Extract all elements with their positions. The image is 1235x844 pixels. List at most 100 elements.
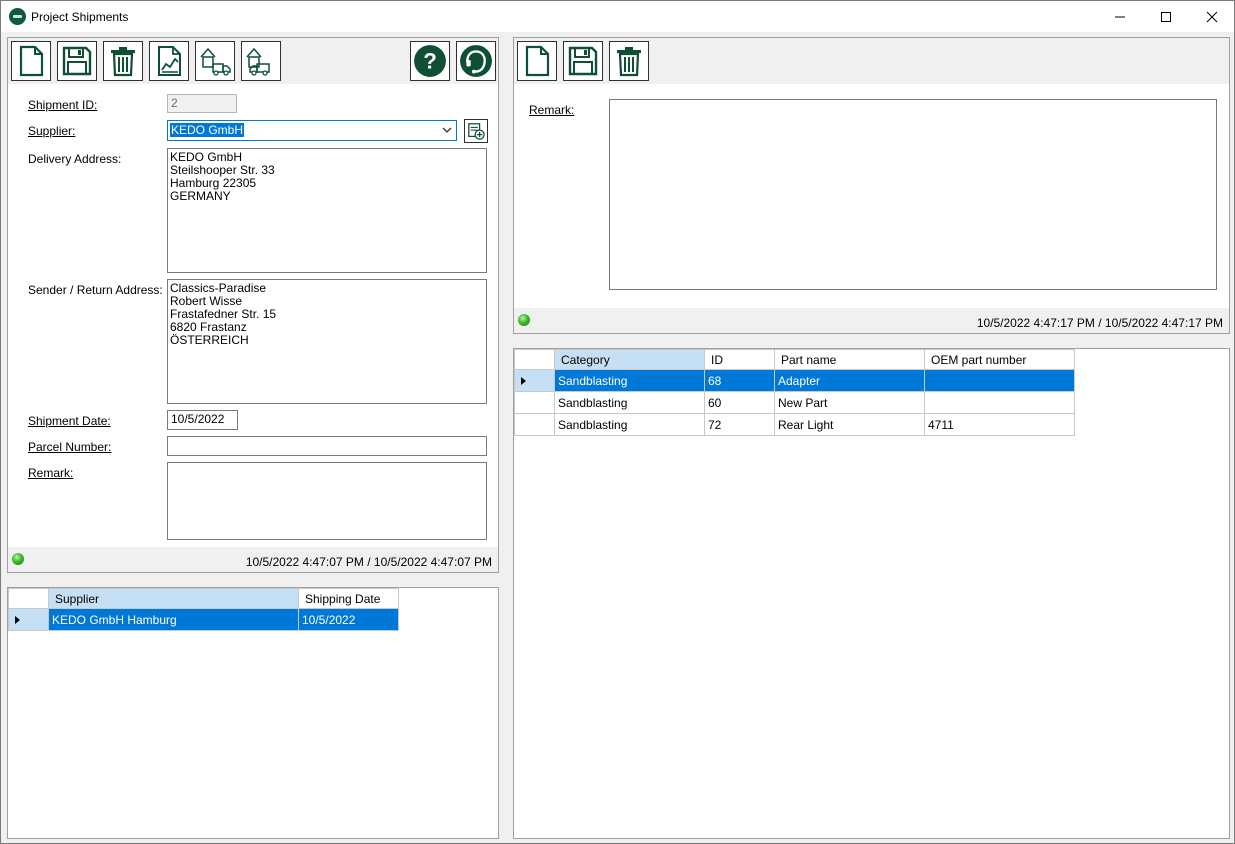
table-row[interactable]: Sandblasting 72 Rear Light 4711 <box>514 413 1075 436</box>
sender-address-field[interactable]: Classics-Paradise Robert Wisse Frastafed… <box>167 279 487 404</box>
row-header-corner <box>8 588 49 609</box>
table-row[interactable]: Sandblasting 68 Adapter <box>514 369 1075 392</box>
remark-field[interactable] <box>167 462 487 540</box>
shipments-table: Supplier Shipping Date KEDO GmbH Hamburg… <box>8 588 399 631</box>
ship-return-button[interactable] <box>241 41 281 81</box>
house-truck-return-icon <box>246 47 270 76</box>
part-timestamps: 10/5/2022 4:47:17 PM / 10/5/2022 4:47:17… <box>976 316 1223 330</box>
title-bar: Project Shipments <box>1 1 1234 32</box>
sender-address-label: Sender / Return Address: <box>28 283 163 297</box>
support-button[interactable] <box>456 41 496 81</box>
new-part-button[interactable] <box>517 41 557 81</box>
column-header-id[interactable]: ID <box>704 349 775 370</box>
column-header-supplier[interactable]: Supplier <box>48 588 299 609</box>
shipment-date-field[interactable]: 10/5/2022 <box>167 410 238 430</box>
part-form-fields: Remark: <box>514 84 1229 308</box>
supplier-selected-value: KEDO GmbH <box>170 123 245 137</box>
close-button[interactable] <box>1189 1 1235 32</box>
chart-report-icon <box>158 46 181 76</box>
column-header-category[interactable]: Category <box>554 349 705 370</box>
parcel-number-label: Parcel Number: <box>28 440 112 454</box>
part-remark-field[interactable] <box>609 99 1217 290</box>
part-form-panel: Remark: 10/5/2022 4:47:17 PM / 10/5/2022… <box>513 37 1230 334</box>
cell-category[interactable]: Sandblasting <box>554 391 705 414</box>
delivery-address-label: Delivery Address: <box>28 152 122 166</box>
minimize-icon <box>1115 16 1125 17</box>
shipments-header-row: Supplier Shipping Date <box>8 588 399 609</box>
save-shipment-button[interactable] <box>57 41 97 81</box>
row-selector[interactable] <box>8 608 49 631</box>
cell-supplier[interactable]: KEDO GmbH Hamburg <box>48 608 299 631</box>
status-led-icon <box>518 314 530 326</box>
support-headset-icon <box>460 45 492 77</box>
delete-part-button[interactable] <box>609 41 649 81</box>
row-selector[interactable] <box>514 413 555 436</box>
shipment-toolbar: ? <box>8 38 498 84</box>
part-remark-label: Remark: <box>529 103 575 117</box>
row-selector[interactable] <box>514 391 555 414</box>
shipment-id-label: Shipment ID: <box>28 98 98 112</box>
remark-label: Remark: <box>28 466 74 480</box>
cell-oem-number[interactable] <box>924 369 1075 392</box>
cell-part-name[interactable]: Adapter <box>774 369 925 392</box>
table-row[interactable]: KEDO GmbH Hamburg 10/5/2022 <box>8 608 399 631</box>
cell-oem-number[interactable]: 4711 <box>924 413 1075 436</box>
cell-oem-number[interactable] <box>924 391 1075 414</box>
cell-shipping-date[interactable]: 10/5/2022 <box>298 608 399 631</box>
cell-id[interactable]: 72 <box>704 413 775 436</box>
help-icon: ? <box>414 45 446 77</box>
list-add-icon <box>468 123 485 140</box>
help-button[interactable]: ? <box>410 41 450 81</box>
row-pointer-icon <box>15 615 20 624</box>
svg-text:?: ? <box>423 48 437 73</box>
supplier-label: Supplier: <box>28 124 76 138</box>
ship-to-button[interactable] <box>195 41 235 81</box>
cell-category[interactable]: Sandblasting <box>554 413 705 436</box>
parts-table: Category ID Part name OEM part number Sa… <box>514 349 1075 436</box>
chevron-down-icon[interactable] <box>442 126 452 134</box>
maximize-button[interactable] <box>1143 1 1189 32</box>
new-document-icon <box>525 45 550 77</box>
supplier-combobox[interactable]: KEDO GmbH <box>167 120 457 141</box>
column-header-shipping-date[interactable]: Shipping Date <box>298 588 399 609</box>
part-toolbar <box>514 38 1229 84</box>
parts-grid: Category ID Part name OEM part number Sa… <box>513 348 1230 839</box>
new-document-icon <box>19 45 44 77</box>
cell-id[interactable]: 68 <box>704 369 775 392</box>
report-button[interactable] <box>149 41 189 81</box>
minimize-button[interactable] <box>1097 1 1143 32</box>
delivery-address-field[interactable]: KEDO GmbH Steilshooper Str. 33 Hamburg 2… <box>167 148 487 273</box>
parcel-number-field[interactable] <box>167 436 487 456</box>
column-header-oem-number[interactable]: OEM part number <box>924 349 1075 370</box>
cell-part-name[interactable]: Rear Light <box>774 413 925 436</box>
part-status-bar: 10/5/2022 4:47:17 PM / 10/5/2022 4:47:17… <box>514 308 1229 333</box>
shipment-date-label: Shipment Date: <box>28 414 111 428</box>
close-icon <box>1206 11 1218 22</box>
row-header-corner <box>514 349 555 370</box>
cell-part-name[interactable]: New Part <box>774 391 925 414</box>
save-icon <box>62 46 92 76</box>
shipment-form-fields: Shipment ID: 2 Supplier: KEDO GmbH Deliv… <box>8 84 498 547</box>
maximize-icon <box>1161 11 1171 22</box>
app-logo-icon <box>9 8 26 25</box>
add-supplier-button[interactable] <box>464 119 488 143</box>
shipment-id-field[interactable]: 2 <box>167 94 237 113</box>
app-window: Project Shipments ? Shipment ID: 2 Suppl… <box>0 0 1235 844</box>
shipment-status-bar: 10/5/2022 4:47:07 PM / 10/5/2022 4:47:07… <box>8 547 498 572</box>
trash-icon <box>111 47 135 77</box>
column-header-part-name[interactable]: Part name <box>774 349 925 370</box>
new-shipment-button[interactable] <box>11 41 51 81</box>
row-pointer-icon <box>521 376 526 385</box>
save-part-button[interactable] <box>563 41 603 81</box>
trash-icon <box>617 47 641 77</box>
status-led-icon <box>12 553 24 565</box>
window-title: Project Shipments <box>31 10 129 24</box>
delete-shipment-button[interactable] <box>103 41 143 81</box>
shipment-timestamps: 10/5/2022 4:47:07 PM / 10/5/2022 4:47:07… <box>245 555 492 569</box>
shipments-grid: Supplier Shipping Date KEDO GmbH Hamburg… <box>7 587 499 839</box>
cell-category[interactable]: Sandblasting <box>554 369 705 392</box>
save-icon <box>568 46 598 76</box>
row-selector[interactable] <box>514 369 555 392</box>
table-row[interactable]: Sandblasting 60 New Part <box>514 391 1075 414</box>
cell-id[interactable]: 60 <box>704 391 775 414</box>
